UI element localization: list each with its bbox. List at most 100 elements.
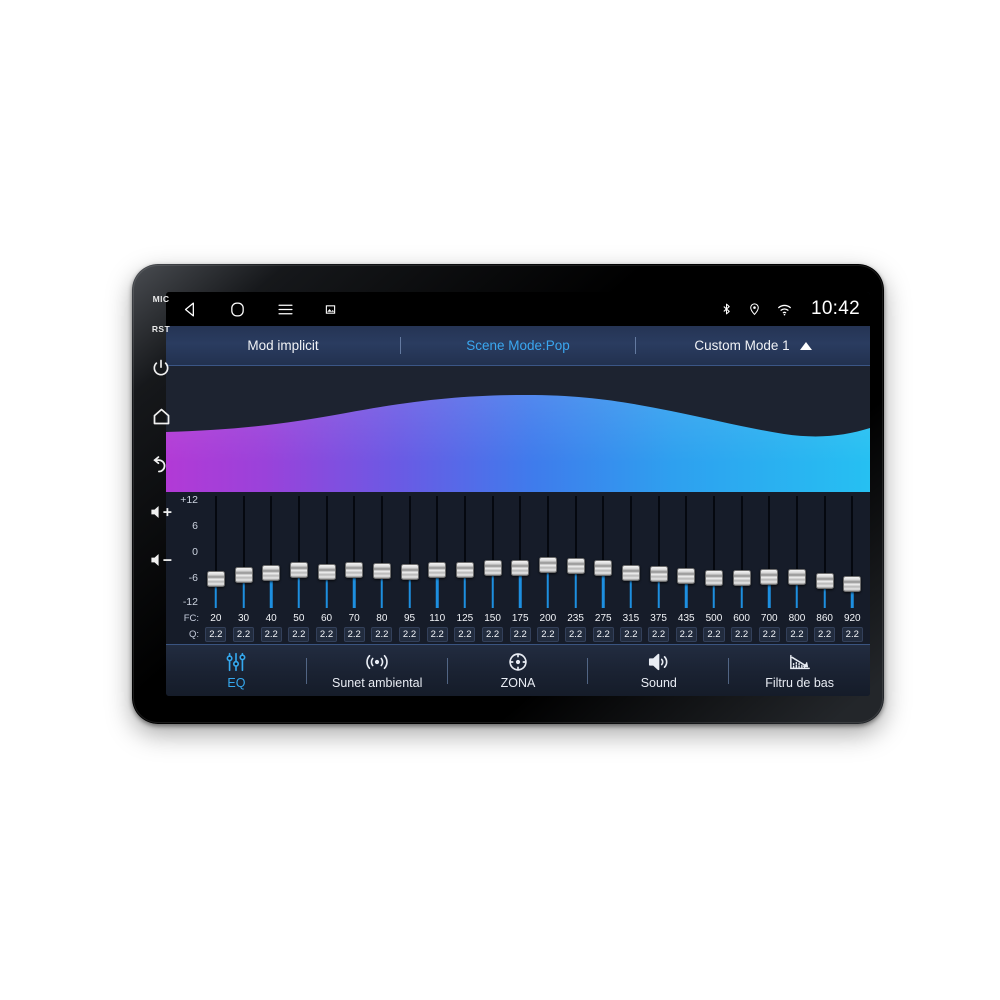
fader-knob[interactable] (649, 565, 668, 582)
eq-fader[interactable] (423, 496, 451, 608)
frequency-value: 315 (622, 612, 640, 624)
fader-knob[interactable] (594, 560, 613, 577)
home-button[interactable] (141, 392, 181, 440)
volume-down-button[interactable] (141, 536, 181, 584)
eq-fader[interactable] (230, 496, 258, 608)
q-value: 2.2 (592, 626, 614, 642)
q-value-cell[interactable]: 2.2 (368, 626, 396, 642)
eq-fader[interactable] (672, 496, 700, 608)
q-value-cell[interactable]: 2.2 (506, 626, 534, 642)
q-value-cell[interactable]: 2.2 (645, 626, 673, 642)
eq-fader[interactable] (285, 496, 313, 608)
q-value-cell[interactable]: 2.2 (451, 626, 479, 642)
q-value-cell[interactable]: 2.2 (672, 626, 700, 642)
q-value-cell[interactable]: 2.2 (285, 626, 313, 642)
q-value-cell[interactable]: 2.2 (479, 626, 507, 642)
eq-fader[interactable] (534, 496, 562, 608)
eq-fader[interactable] (479, 496, 507, 608)
fader-knob[interactable] (760, 568, 779, 585)
eq-fader[interactable] (202, 496, 230, 608)
fader-track-lower (657, 581, 660, 608)
q-value-cell[interactable]: 2.2 (838, 626, 866, 642)
tab-zona[interactable]: ZONA (448, 645, 589, 696)
fader-knob[interactable] (843, 576, 862, 593)
fader-knob[interactable] (621, 564, 640, 581)
eq-fader[interactable] (617, 496, 645, 608)
q-value-cell[interactable]: 2.2 (423, 626, 451, 642)
fader-track-lower (601, 576, 605, 608)
q-value-cell[interactable]: 2.2 (728, 626, 756, 642)
fader-knob[interactable] (206, 570, 225, 587)
eq-fader[interactable] (700, 496, 728, 608)
tab-sound[interactable]: Sound (588, 645, 730, 696)
q-value: 2.2 (730, 626, 753, 642)
volume-up-button[interactable] (141, 488, 181, 536)
eq-fader[interactable] (589, 496, 617, 608)
q-value-cell[interactable]: 2.2 (811, 626, 839, 642)
q-value-cell[interactable]: 2.2 (202, 626, 230, 642)
fader-knob[interactable] (234, 567, 253, 584)
nav-back-icon[interactable] (182, 301, 199, 318)
tab-eq[interactable]: EQ (166, 645, 307, 696)
fader-knob[interactable] (677, 568, 696, 585)
fader-track-lower (491, 576, 494, 608)
nav-menu-icon[interactable] (276, 301, 295, 318)
eq-fader[interactable] (645, 496, 673, 608)
fader-knob[interactable] (483, 560, 502, 577)
fader-knob[interactable] (704, 570, 723, 587)
q-value: 2.2 (288, 626, 310, 642)
tab-filtru-de-bas[interactable]: Filtru de bas (729, 645, 870, 696)
eq-fader[interactable] (506, 496, 534, 608)
q-value-cell[interactable]: 2.2 (340, 626, 368, 642)
eq-fader[interactable] (368, 496, 396, 608)
nav-screenshot-icon[interactable] (325, 304, 336, 315)
custom-mode-button[interactable]: Custom Mode 1 (636, 338, 870, 353)
fader-knob[interactable] (511, 559, 530, 576)
fader-knob[interactable] (815, 573, 834, 590)
fader-knob[interactable] (345, 561, 364, 578)
q-value-cell[interactable]: 2.2 (783, 626, 811, 642)
eq-fader[interactable] (396, 496, 424, 608)
eq-fader[interactable] (755, 496, 783, 608)
fader-knob[interactable] (732, 569, 751, 586)
q-value-cell[interactable]: 2.2 (617, 626, 645, 642)
fader-track-lower (851, 592, 854, 608)
eq-fader[interactable] (783, 496, 811, 608)
back-button[interactable] (141, 440, 181, 488)
fader-knob[interactable] (289, 562, 308, 579)
triangle-up-icon[interactable] (799, 341, 812, 350)
eq-fader[interactable] (728, 496, 756, 608)
gain-scale-label: +12 (180, 494, 198, 506)
q-value-cell[interactable]: 2.2 (534, 626, 562, 642)
power-button[interactable] (141, 344, 181, 392)
q-value-cell[interactable]: 2.2 (700, 626, 728, 642)
fader-knob[interactable] (566, 558, 585, 575)
fader-knob[interactable] (455, 562, 474, 579)
fader-knob[interactable] (262, 564, 281, 581)
default-mode-button[interactable]: Mod implicit (166, 338, 400, 353)
fader-knob[interactable] (428, 561, 447, 578)
eq-fader[interactable] (838, 496, 866, 608)
fader-knob[interactable] (372, 563, 391, 580)
eq-fader[interactable] (257, 496, 285, 608)
q-value-cell[interactable]: 2.2 (230, 626, 258, 642)
q-value-cell[interactable]: 2.2 (257, 626, 285, 642)
fader-knob[interactable] (787, 569, 806, 586)
nav-home-icon[interactable] (229, 301, 246, 318)
scene-mode-button[interactable]: Scene Mode:Pop (401, 338, 635, 353)
q-value-cell[interactable]: 2.2 (589, 626, 617, 642)
fader-knob[interactable] (317, 564, 336, 581)
fader-knob[interactable] (400, 563, 419, 580)
q-value-cell[interactable]: 2.2 (396, 626, 424, 642)
eq-fader[interactable] (451, 496, 479, 608)
fader-knob[interactable] (538, 556, 557, 573)
eq-fader[interactable] (313, 496, 341, 608)
tab-sunet-ambiental[interactable]: Sunet ambiental (307, 645, 448, 696)
q-value-cell[interactable]: 2.2 (313, 626, 341, 642)
q-value-cell[interactable]: 2.2 (755, 626, 783, 642)
eq-fader[interactable] (562, 496, 590, 608)
eq-fader[interactable] (811, 496, 839, 608)
zone-target-icon (506, 651, 530, 673)
q-value-cell[interactable]: 2.2 (562, 626, 590, 642)
eq-fader[interactable] (340, 496, 368, 608)
